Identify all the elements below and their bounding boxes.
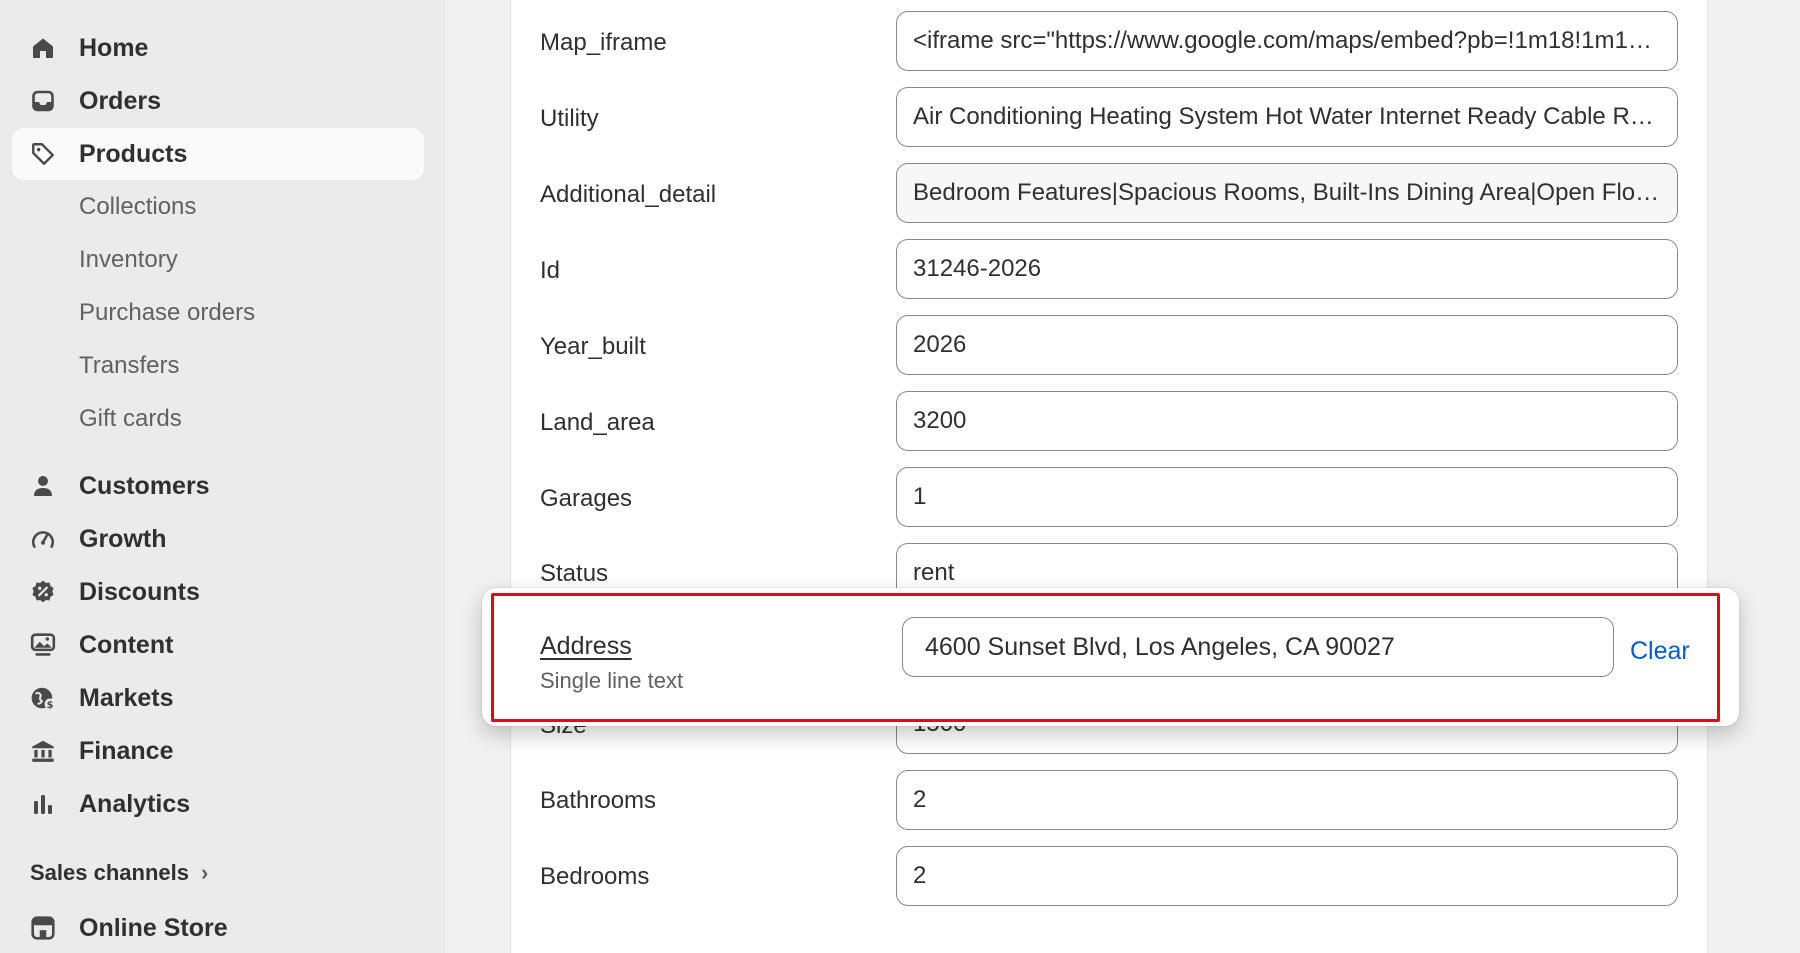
sidebar-item-label: Analytics [79,789,191,818]
field-value: 2 [913,786,927,813]
field-label-land-area: Land_area [540,409,655,436]
sidebar-item-growth[interactable]: Growth [12,513,424,565]
sidebar-item-home[interactable]: Home [12,22,424,74]
field-label-bedrooms: Bedrooms [540,863,650,890]
svg-text:$: $ [47,700,54,711]
sidebar-item-orders[interactable]: Orders [12,75,424,127]
field-label-year-built: Year_built [540,333,646,360]
sales-channels-label: Sales channels [30,860,189,885]
field-label-id: Id [540,257,561,284]
map-iframe-field[interactable]: <iframe src="https://www.google.com/maps… [896,11,1678,71]
sidebar-subitem-gift-cards[interactable]: Gift cards [12,395,424,443]
field-value: 2 [913,862,927,889]
sidebar-item-label: Discounts [79,577,200,606]
gauge-icon [30,526,56,552]
field-label-utility: Utility [540,105,599,132]
sidebar-subitem-transfers[interactable]: Transfers [12,342,424,390]
sidebar-item-label: Content [79,630,174,659]
store-icon [30,915,56,941]
address-input[interactable]: 4600 Sunset Blvd, Los Angeles, CA 90027 [902,617,1614,677]
field-value: 2026 [913,331,967,358]
sidebar-item-label: Markets [79,683,174,712]
discount-badge-icon [30,579,56,605]
field-label-additional-detail: Additional_detail [540,181,717,208]
field-value: 1 [913,483,927,510]
field-value: 3200 [913,407,967,434]
content-image-icon [30,632,56,658]
field-value: rent [913,559,955,586]
sidebar-item-content[interactable]: Content [12,619,424,671]
sidebar-item-markets[interactable]: $ Markets [12,672,424,724]
utility-field[interactable]: Air Conditioning Heating System Hot Wate… [896,87,1678,147]
bar-chart-icon [30,791,56,817]
additional-detail-field[interactable]: Bedroom Features|Spacious Rooms, Built-I… [896,163,1678,223]
sidebar-item-finance[interactable]: Finance [12,725,424,777]
sidebar: Home Orders Products Collections Invento… [0,0,445,953]
sidebar-item-label: Products [79,139,188,168]
field-value: 31246-2026 [913,255,1042,282]
sidebar-item-label: Customers [79,471,210,500]
sidebar-item-label: Orders [79,86,161,115]
bathrooms-field[interactable]: 2 [896,770,1678,830]
sales-channels-header[interactable]: Sales channels › [30,860,208,886]
sidebar-subitem-label: Collections [79,193,197,220]
sidebar-subitem-inventory[interactable]: Inventory [12,236,424,284]
address-type-label: Single line text [540,668,684,693]
year-built-field[interactable]: 2026 [896,315,1678,375]
sidebar-subitem-label: Purchase orders [79,299,256,326]
sidebar-item-label: Online Store [79,913,228,942]
chevron-right-icon: › [200,860,209,885]
field-value: Air Conditioning Heating System Hot Wate… [913,103,1661,130]
sidebar-item-customers[interactable]: Customers [12,460,424,512]
bedrooms-field[interactable]: 2 [896,846,1678,906]
sidebar-subitem-purchase-orders[interactable]: Purchase orders [12,289,424,337]
sidebar-item-online-store[interactable]: Online Store [12,902,424,953]
home-icon [30,35,56,61]
field-label-bathrooms: Bathrooms [540,787,657,814]
sidebar-item-label: Growth [79,524,167,553]
field-label-garages: Garages [540,485,633,512]
field-value: <iframe src="https://www.google.com/maps… [913,27,1661,54]
clear-button[interactable]: Clear [1630,637,1690,666]
address-label[interactable]: Address [540,632,632,661]
sidebar-item-analytics[interactable]: Analytics [12,778,424,830]
sidebar-subitem-collections[interactable]: Collections [12,183,424,231]
sidebar-item-label: Finance [79,736,174,765]
field-label-status: Status [540,560,609,587]
tag-icon [30,141,56,167]
person-icon [30,473,56,499]
sidebar-subitem-label: Transfers [79,352,180,379]
id-field[interactable]: 31246-2026 [896,239,1678,299]
land-area-field[interactable]: 3200 [896,391,1678,451]
globe-icon: $ [30,685,56,711]
field-value: Bedroom Features|Spacious Rooms, Built-I… [913,179,1661,206]
sidebar-item-products[interactable]: Products [12,128,424,180]
inbox-icon [30,88,56,114]
sidebar-item-discounts[interactable]: Discounts [12,566,424,618]
garages-field[interactable]: 1 [896,467,1678,527]
field-label-map-iframe: Map_iframe [540,29,667,56]
sidebar-subitem-label: Inventory [79,246,178,273]
sidebar-subitem-label: Gift cards [79,405,182,432]
bank-icon [30,738,56,764]
sidebar-item-label: Home [79,33,149,62]
